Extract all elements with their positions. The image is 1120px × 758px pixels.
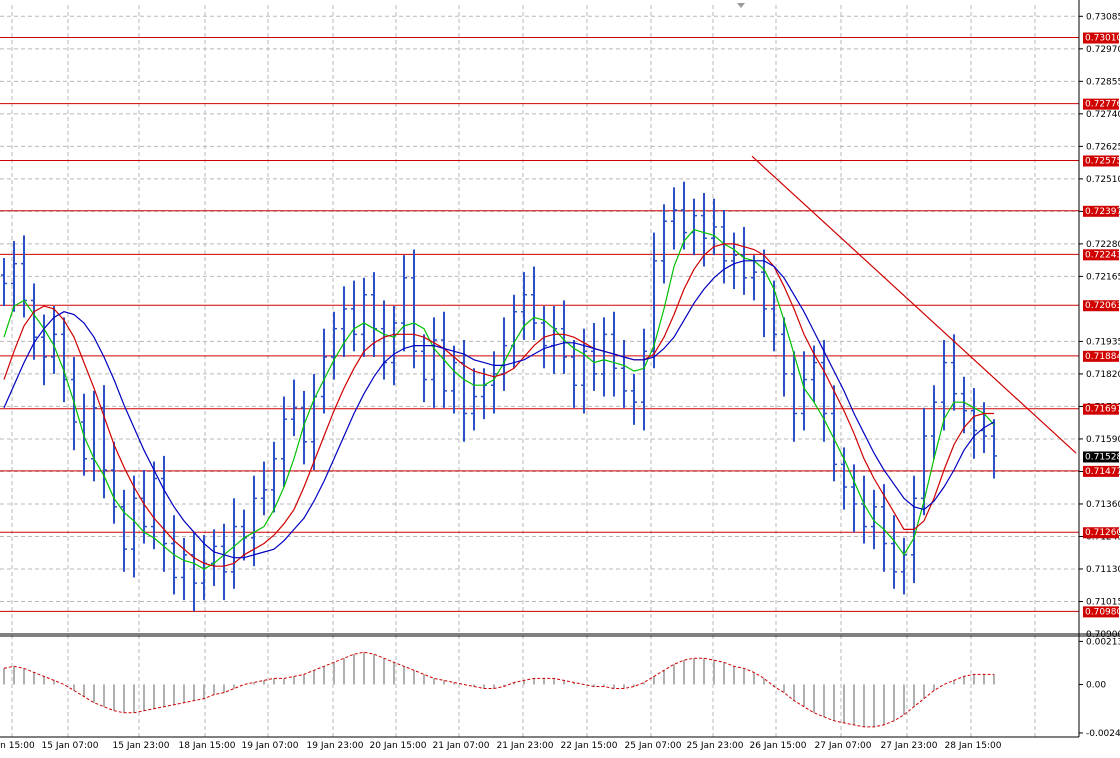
y-tick-label: 0.71590 [1086,435,1120,445]
x-tick-label: 26 Jan 15:00 [750,741,807,751]
y-tick-label: 0.72855 [1086,77,1120,87]
y-tick-label: 0.71935 [1086,337,1120,347]
y-tick-label: 0.73085 [1086,12,1120,22]
x-tick-label: 19 Jan 07:00 [242,741,299,751]
x-tick-label: 20 Jan 15:00 [370,741,427,751]
y-tick-label: 0.71820 [1086,370,1120,380]
x-tick-label: 21 Jan 07:00 [433,741,490,751]
x-tick-label: 27 Jan 23:00 [881,741,938,751]
x-tick-label: 28 Jan 15:00 [945,741,1002,751]
level-price-label: 0.71697 [1085,405,1120,415]
x-tick-label: 22 Jan 15:00 [561,741,618,751]
y-tick-label: 0.72625 [1086,142,1120,152]
current-price-label: 0.71528 [1085,452,1120,462]
x-tick-label: 25 Jan 23:00 [687,741,744,751]
x-tick-label: 19 Jan 23:00 [307,741,364,751]
y-tick-label: 0.71015 [1086,597,1120,607]
level-price-label: 0.72243 [1085,250,1120,260]
x-tick-label: 15 Jan 07:00 [42,741,99,751]
y-tick-label: 0.72740 [1086,110,1120,120]
x-tick-label: 15 Jan 23:00 [113,741,170,751]
x-tick-label: 18 Jan 15:00 [179,741,236,751]
y-tick-label: 0.71360 [1086,500,1120,510]
level-price-label: 0.71260 [1085,528,1120,538]
osc-y-tick-label: 0.002133 [1086,637,1120,647]
level-price-label: 0.71477 [1085,467,1120,477]
level-price-label: 0.72063 [1085,301,1120,311]
x-tick-label: 27 Jan 07:00 [815,741,872,751]
level-price-label: 0.71884 [1085,352,1120,362]
level-price-label: 0.72776 [1085,100,1120,110]
level-price-label: 0.72397 [1085,207,1120,217]
level-price-label: 0.73010 [1085,34,1120,44]
osc-y-tick-label: -0.00240 [1086,729,1120,739]
level-price-label: 0.70980 [1085,607,1120,617]
x-tick-label: 21 Jan 23:00 [497,741,554,751]
x-tick-label: 25 Jan 07:00 [625,741,682,751]
y-tick-label: 0.72510 [1086,175,1120,185]
level-price-label: 0.72575 [1085,156,1120,166]
y-tick-label: 0.72165 [1086,272,1120,282]
osc-y-tick-label: 0.00 [1086,680,1106,690]
x-tick-label: Jan 15:00 [0,741,35,751]
chart-canvas: Jan 15:00 15 Jan 07:00 15 Jan 23:00 18 Jan … [0,0,1120,758]
y-tick-label: 0.72970 [1086,45,1120,55]
y-tick-label: 0.71130 [1086,565,1120,575]
y-tick-label: 0.72280 [1086,240,1120,250]
